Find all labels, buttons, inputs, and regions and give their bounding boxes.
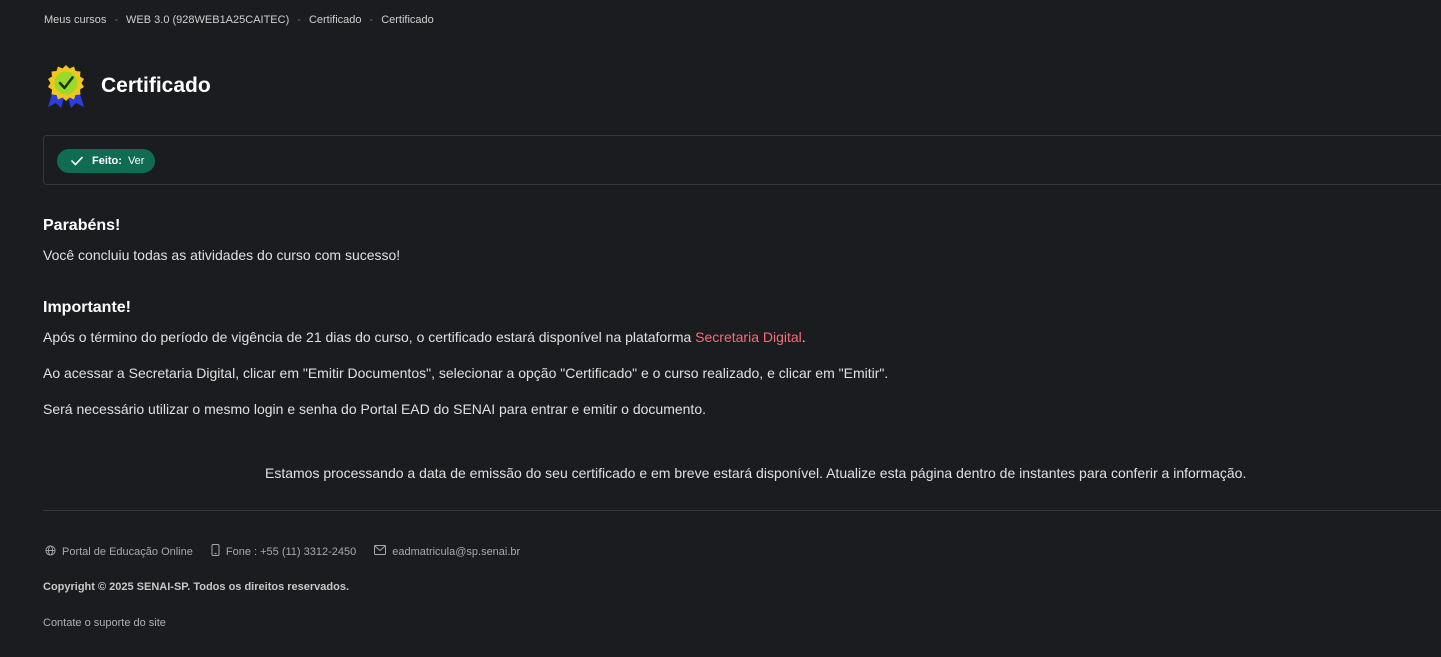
congrats-heading: Parabéns!	[43, 217, 121, 234]
page: Meus cursos - WEB 3.0 (928WEB1A25CAITEC)…	[0, 0, 1441, 657]
footer-email-label: eadmatricula@sp.senai.br	[392, 545, 521, 558]
copyright-text: Copyright © 2025 SENAI-SP. Todos os dire…	[43, 581, 350, 593]
footer-contact-links: Portal de Educação Online Fone : +55 (11…	[45, 544, 538, 559]
support-link[interactable]: Contate o suporte do site	[43, 617, 166, 629]
secretaria-digital-link[interactable]: Secretaria Digital	[695, 329, 802, 345]
important-paragraph-1-end: .	[801, 329, 806, 345]
globe-icon	[45, 544, 62, 559]
check-icon	[71, 156, 83, 166]
important-section: Importante! Após o término do período de…	[43, 299, 888, 417]
award-badge-icon	[43, 63, 89, 109]
footer-email-link[interactable]: eadmatricula@sp.senai.br	[374, 545, 520, 558]
congrats-text: Você concluiu todas as atividades do cur…	[43, 247, 401, 263]
footer-portal-label: Portal de Educação Online	[62, 545, 193, 558]
important-paragraph-1: Após o término do período de vigência de…	[43, 329, 888, 345]
page-header: Certificado	[43, 60, 211, 112]
completion-status-value: Ver	[127, 155, 145, 167]
breadcrumb-separator: -	[297, 14, 301, 26]
envelope-icon	[374, 545, 392, 558]
breadcrumb-separator: -	[369, 14, 374, 26]
important-paragraph-3: Será necessário utilizar o mesmo login e…	[43, 401, 706, 417]
completion-status-label: Feito:	[92, 155, 122, 167]
breadcrumb-item-meus-cursos[interactable]: Meus cursos	[44, 14, 106, 26]
completion-info-box: Feito: Ver	[43, 135, 1441, 185]
important-heading: Importante!	[43, 299, 131, 316]
completion-status-badge[interactable]: Feito: Ver	[57, 149, 156, 173]
footer-divider	[43, 510, 1441, 511]
processing-notice: Estamos processando a data de emissão do…	[265, 465, 1247, 481]
breadcrumb-item-course[interactable]: WEB 3.0 (928WEB1A25CAITEC)	[126, 14, 289, 26]
page-title: Certificado	[101, 74, 211, 98]
breadcrumb-separator: -	[114, 14, 119, 26]
footer-phone[interactable]: Fone : +55 (11) 3312-2450	[211, 544, 356, 559]
footer-portal-link[interactable]: Portal de Educação Online	[45, 544, 193, 559]
breadcrumb-item-certificado-current[interactable]: Certificado	[381, 14, 434, 26]
phone-icon	[211, 544, 226, 559]
important-paragraph-2: Ao acessar a Secretaria Digital, clicar …	[43, 365, 889, 381]
breadcrumb: Meus cursos - WEB 3.0 (928WEB1A25CAITEC)…	[44, 14, 434, 26]
important-paragraph-1-text: Após o término do período de vigência de…	[43, 329, 696, 345]
congrats-section: Parabéns! Você concluiu todas as ativida…	[43, 217, 400, 263]
footer-phone-label: Fone : +55 (11) 3312-2450	[225, 545, 357, 558]
breadcrumb-item-certificado-section[interactable]: Certificado	[309, 14, 362, 26]
